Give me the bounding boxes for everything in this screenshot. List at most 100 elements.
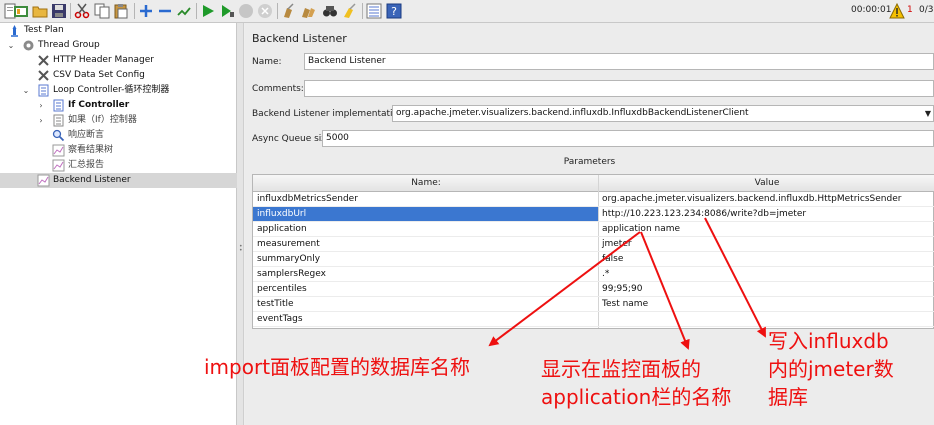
help-icon[interactable]: ? — [386, 3, 402, 19]
test-plan-tree: Test Plan ⌄ Thread Group HTTP Header Man… — [0, 23, 237, 425]
name-field[interactable]: Backend Listener — [304, 53, 934, 70]
param-name[interactable]: testTitle — [253, 297, 598, 311]
chevron-down-icon[interactable]: ⌄ — [21, 83, 31, 98]
comments-label: Comments: — [252, 84, 304, 94]
annotation-influxdb-line1: 写入influxdb — [768, 329, 889, 353]
param-name[interactable]: summaryOnly — [253, 252, 598, 266]
table-row[interactable]: influxdbMetricsSender org.apache.jmeter.… — [253, 192, 934, 207]
param-value[interactable] — [602, 312, 934, 326]
table-row[interactable]: application application name — [253, 222, 934, 237]
function-helper-icon[interactable] — [366, 3, 382, 19]
magnifier-icon — [52, 129, 65, 142]
tree-node-test-plan[interactable]: Test Plan — [0, 23, 237, 38]
copy-icon[interactable] — [94, 3, 110, 19]
expand-icon[interactable] — [138, 3, 154, 19]
param-value[interactable]: false — [602, 252, 934, 266]
name-label: Name: — [252, 57, 282, 67]
implementation-label: Backend Listener implementation — [252, 109, 404, 119]
active-threads-count: 0/3 — [919, 5, 934, 15]
async-queue-field[interactable]: 5000 — [322, 130, 934, 147]
tree-node-http-header-manager[interactable]: HTTP Header Manager — [0, 53, 237, 68]
table-row[interactable]: measurement jmeter — [253, 237, 934, 252]
elapsed-timer: 00:00:01 — [851, 5, 892, 15]
svg-text:?: ? — [391, 5, 397, 18]
annotation-database-name: import面板配置的数据库名称 — [204, 355, 471, 379]
table-row[interactable]: percentiles 99;95;90 — [253, 282, 934, 297]
controller-icon — [52, 99, 65, 112]
tree-node-csv-data-set-config[interactable]: CSV Data Set Config — [0, 68, 237, 83]
tree-node-if-controller[interactable]: › If Controller — [0, 98, 237, 113]
toggle-icon[interactable] — [176, 3, 192, 19]
param-name[interactable]: samplersRegex — [253, 267, 598, 281]
tree-node-response-assertion[interactable]: 响应断言 — [0, 128, 237, 143]
column-header-name[interactable]: Name: — [253, 175, 599, 192]
param-value[interactable]: http://10.223.123.234:8086/write?db=jmet… — [602, 207, 934, 221]
collapse-icon[interactable] — [157, 3, 173, 19]
table-row[interactable]: testTitle Test name — [253, 297, 934, 312]
tree-node-thread-group[interactable]: ⌄ Thread Group — [0, 38, 237, 53]
page-title: Backend Listener — [252, 32, 347, 45]
param-name[interactable]: influxdbMetricsSender — [253, 192, 598, 206]
clear-icon[interactable] — [281, 3, 297, 19]
chevron-down-icon[interactable]: ⌄ — [6, 38, 16, 53]
table-header: Name: Value — [253, 175, 934, 192]
tree-node-backend-listener[interactable]: Backend Listener — [0, 173, 237, 188]
param-name[interactable]: measurement — [253, 237, 598, 251]
async-queue-label: Async Queue size — [252, 134, 332, 144]
chart-icon — [52, 144, 65, 157]
param-value[interactable]: 99;95;90 — [602, 282, 934, 296]
tree-node-loop-controller[interactable]: ⌄ Loop Controller-循环控制器 — [0, 83, 237, 98]
reset-search-icon[interactable] — [342, 3, 358, 19]
tools-icon — [37, 69, 50, 82]
tree-node-summary-report[interactable]: 汇总报告 — [0, 158, 237, 173]
chart-icon — [52, 159, 65, 172]
table-row[interactable]: eventTags — [253, 312, 934, 327]
stop-icon[interactable] — [238, 3, 254, 19]
tree-node-view-results-tree[interactable]: 察看结果树 — [0, 143, 237, 158]
param-value[interactable]: jmeter — [602, 237, 934, 251]
warning-icon[interactable] — [889, 2, 905, 19]
table-row[interactable]: samplersRegex .* — [253, 267, 934, 282]
table-row-selected[interactable]: influxdbUrl http://10.223.123.234:8086/w… — [253, 207, 934, 222]
search-icon[interactable] — [322, 3, 338, 19]
implementation-select[interactable]: org.apache.jmeter.visualizers.backend.in… — [392, 105, 934, 122]
chevron-right-icon[interactable]: › — [36, 98, 46, 113]
error-count: 1 — [907, 5, 913, 15]
column-header-value[interactable]: Value — [599, 175, 934, 192]
chevron-right-icon[interactable]: › — [36, 113, 46, 128]
param-value[interactable]: Test name — [602, 297, 934, 311]
start-icon[interactable] — [200, 3, 216, 19]
param-value[interactable]: org.apache.jmeter.visualizers.backend.in… — [602, 192, 934, 206]
param-name[interactable]: application — [253, 222, 598, 236]
annotation-application-line2: application栏的名称 — [541, 385, 732, 409]
cut-icon[interactable] — [74, 3, 90, 19]
paste-icon[interactable] — [113, 3, 129, 19]
chart-icon — [37, 174, 50, 187]
open-icon[interactable] — [32, 3, 48, 19]
annotation-application-line1: 显示在监控面板的 — [541, 357, 701, 381]
parameters-title: Parameters — [563, 157, 616, 167]
clear-all-icon[interactable] — [300, 3, 316, 19]
chevron-down-icon[interactable]: ▼ — [925, 106, 931, 121]
comments-field[interactable] — [304, 80, 934, 97]
tree-node-if-controller-cn[interactable]: › 如果（If）控制器 — [0, 113, 237, 128]
annotation-influxdb-line2: 内的jmeter数 — [768, 357, 894, 381]
annotation-influxdb-line3: 据库 — [768, 385, 808, 409]
controller-icon — [52, 114, 65, 127]
tools-icon — [37, 54, 50, 67]
param-name[interactable]: influxdbUrl — [253, 207, 598, 221]
test-plan-icon — [8, 24, 21, 37]
param-name[interactable]: eventTags — [253, 312, 598, 326]
start-no-pause-icon[interactable] — [219, 3, 235, 19]
param-name[interactable]: percentiles — [253, 282, 598, 296]
param-value[interactable]: application name — [602, 222, 934, 236]
param-value[interactable]: .* — [602, 267, 934, 281]
controller-icon — [37, 84, 50, 97]
toolbar: ? 00:00:01 1 0/3 — [0, 0, 934, 23]
shutdown-icon[interactable] — [257, 3, 273, 19]
table-row[interactable]: summaryOnly false — [253, 252, 934, 267]
save-icon[interactable] — [51, 3, 67, 19]
drag-handle-icon[interactable]: • • — [239, 244, 243, 254]
implementation-value: org.apache.jmeter.visualizers.backend.in… — [396, 108, 749, 118]
templates-icon[interactable] — [13, 3, 29, 19]
